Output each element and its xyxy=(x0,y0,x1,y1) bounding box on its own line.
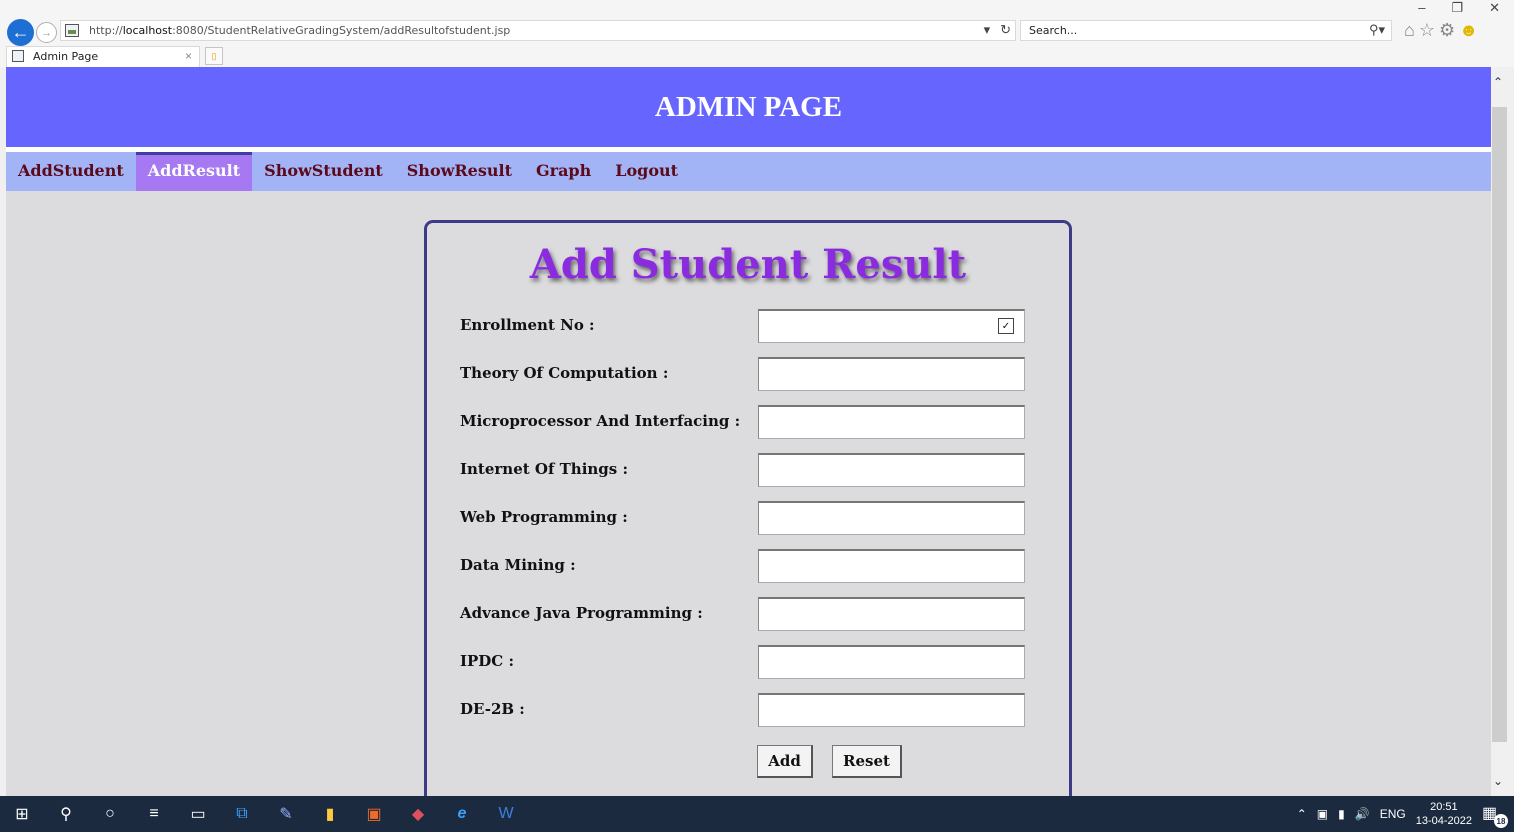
file-explorer-icon[interactable]: ▮ xyxy=(308,796,352,832)
form-row-mpi: Microprocessor And Interfacing : xyxy=(460,405,1040,439)
form-row-de2b: DE-2B : xyxy=(460,693,1040,727)
windows-start-icon[interactable]: ⊞ xyxy=(0,796,44,832)
refresh-icon[interactable]: ↻ xyxy=(1000,22,1011,38)
page-header: ADMIN PAGE xyxy=(6,67,1491,147)
scroll-up-icon[interactable]: ⌃ xyxy=(1493,75,1503,89)
cortana-icon[interactable]: ○ xyxy=(88,796,132,832)
vertical-scrollbar[interactable]: ⌃ ⌄ xyxy=(1491,67,1508,796)
form-row-dm: Data Mining : xyxy=(460,549,1040,583)
volume-icon[interactable]: 🔊 xyxy=(1355,807,1370,821)
dropdown-arrow-icon[interactable]: ▾ xyxy=(984,22,991,38)
search-icon[interactable]: ⚲ xyxy=(44,796,88,832)
clock-time: 20:51 xyxy=(1430,801,1458,813)
ajp-input[interactable] xyxy=(758,597,1025,631)
vscode-icon[interactable]: ⧉ xyxy=(220,796,264,832)
notification-badge: 18 xyxy=(1494,814,1508,828)
battery-icon[interactable]: ▮ xyxy=(1338,807,1345,821)
new-tab-button[interactable]: ▯ xyxy=(205,47,223,65)
form-row-toc: Theory Of Computation : xyxy=(460,357,1040,391)
close-icon[interactable]: ✕ xyxy=(1489,0,1500,16)
forward-arrow-icon[interactable]: → xyxy=(36,22,57,43)
taskbar: ⊞ ⚲ ○ ≡ ▭ ⧉ ✎ ▮ ▣ ◆ e W ⌃ ▣ ▮ 🔊 ENG 20:5… xyxy=(0,796,1514,832)
terminal-icon[interactable]: ▭ xyxy=(176,796,220,832)
field-label: Internet Of Things : xyxy=(460,460,629,478)
page-icon xyxy=(65,24,79,37)
search-icon[interactable]: ⚲▾ xyxy=(1369,22,1385,38)
task-view-icon[interactable]: ≡ xyxy=(132,796,176,832)
maximize-icon[interactable]: ❐ xyxy=(1451,0,1463,16)
field-label: DE-2B : xyxy=(460,700,525,718)
page-title: ADMIN PAGE xyxy=(654,90,843,123)
form-row-ajp: Advance Java Programming : xyxy=(460,597,1040,631)
enrollment-select[interactable]: ✓ xyxy=(758,309,1025,343)
form-row-ipdc: IPDC : xyxy=(460,645,1040,679)
chevron-down-icon[interactable]: ✓ xyxy=(998,318,1014,334)
nav-item-logout[interactable]: Logout xyxy=(603,152,690,191)
field-label: Advance Java Programming : xyxy=(460,604,703,622)
nav-item-showresult[interactable]: ShowResult xyxy=(395,152,524,191)
back-arrow-icon[interactable]: ← xyxy=(7,19,34,46)
ipdc-input[interactable] xyxy=(758,645,1025,679)
clock[interactable]: 20:51 13-04-2022 xyxy=(1416,800,1472,828)
browser-search-box[interactable]: ⚲▾ xyxy=(1020,20,1392,41)
field-label: Enrollment No : xyxy=(460,316,595,334)
nav-item-graph[interactable]: Graph xyxy=(524,152,603,191)
add-button[interactable]: Add xyxy=(757,745,813,778)
tab-title: Admin Page xyxy=(33,50,99,63)
reset-button[interactable]: Reset xyxy=(832,745,902,778)
app-icon[interactable]: ◆ xyxy=(396,796,440,832)
chevron-up-icon[interactable]: ⌃ xyxy=(1297,807,1307,821)
nav-item-addresult[interactable]: AddResult xyxy=(135,152,253,191)
field-label: Data Mining : xyxy=(460,556,576,574)
field-label: Web Programming : xyxy=(460,508,628,526)
minimize-icon[interactable]: – xyxy=(1418,0,1425,16)
system-tray: ⌃ ▣ ▮ 🔊 ENG 20:51 13-04-2022 ▦ 18 xyxy=(1297,796,1514,832)
word-icon[interactable]: W xyxy=(484,796,528,832)
notification-icon[interactable]: ▦ 18 xyxy=(1482,803,1508,828)
form-row-enrollment: Enrollment No : ✓ xyxy=(460,309,1040,343)
gear-icon[interactable]: ⚙ xyxy=(1439,20,1455,41)
nav-bar: AddStudent AddResult ShowStudent ShowRes… xyxy=(6,152,1491,191)
browser-tab[interactable]: Admin Page × xyxy=(6,46,200,67)
field-label: Microprocessor And Interfacing : xyxy=(460,412,741,430)
tab-close-icon[interactable]: × xyxy=(185,49,192,63)
star-icon[interactable]: ☆ xyxy=(1419,20,1435,41)
language-indicator[interactable]: ENG xyxy=(1380,807,1406,821)
toc-input[interactable] xyxy=(758,357,1025,391)
pen-app-icon[interactable]: ✎ xyxy=(264,796,308,832)
browser-chrome: ← → http://localhost:8080/StudentRelativ… xyxy=(0,0,1514,67)
dm-input[interactable] xyxy=(758,549,1025,583)
scroll-down-icon[interactable]: ⌄ xyxy=(1493,774,1503,788)
mpi-input[interactable] xyxy=(758,405,1025,439)
address-bar[interactable]: http://localhost:8080/StudentRelativeGra… xyxy=(60,20,1016,41)
nav-item-addstudent[interactable]: AddStudent xyxy=(6,152,136,191)
field-label: IPDC : xyxy=(460,652,515,670)
de2b-input[interactable] xyxy=(758,693,1025,727)
wp-input[interactable] xyxy=(758,501,1025,535)
page-viewport: ADMIN PAGE AddStudent AddResult ShowStud… xyxy=(6,67,1491,796)
internet-explorer-icon[interactable]: e xyxy=(440,796,484,832)
form-title: Add Student Result xyxy=(529,241,967,288)
home-icon[interactable]: ⌂ xyxy=(1404,20,1415,41)
form-row-iot: Internet Of Things : xyxy=(460,453,1040,487)
form-row-wp: Web Programming : xyxy=(460,501,1040,535)
iot-input[interactable] xyxy=(758,453,1025,487)
smiley-icon[interactable]: ☻ xyxy=(1459,20,1478,41)
page-icon xyxy=(12,50,24,62)
network-icon[interactable]: ▣ xyxy=(1317,807,1328,821)
add-result-form: Add Student Result Enrollment No : ✓ The… xyxy=(424,220,1072,796)
xampp-icon[interactable]: ▣ xyxy=(352,796,396,832)
url-text: http://localhost:8080/StudentRelativeGra… xyxy=(89,24,511,37)
nav-item-showstudent[interactable]: ShowStudent xyxy=(252,152,395,191)
clock-date: 13-04-2022 xyxy=(1415,815,1472,827)
browser-search-input[interactable] xyxy=(1021,21,1341,40)
field-label: Theory Of Computation : xyxy=(460,364,669,382)
scrollbar-thumb[interactable] xyxy=(1492,107,1507,742)
